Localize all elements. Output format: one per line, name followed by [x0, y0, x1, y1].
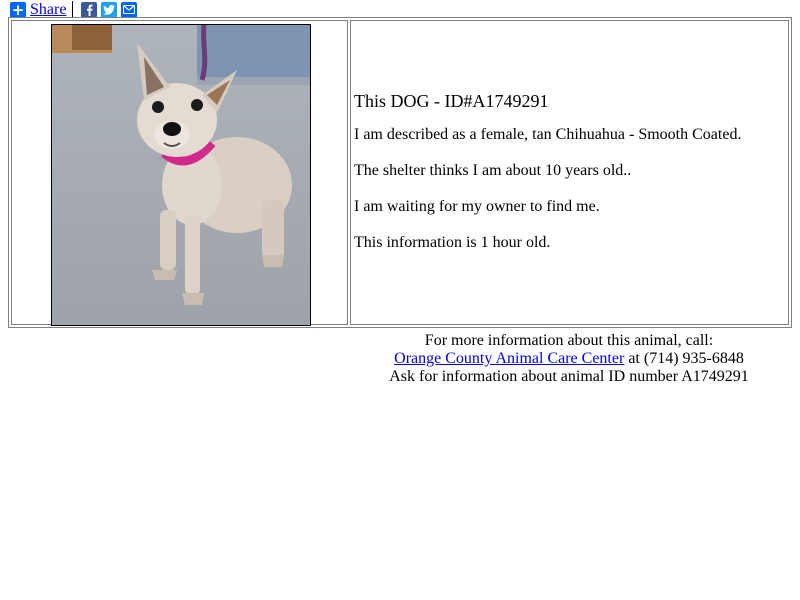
animal-status: I am waiting for my owner to find me.	[354, 198, 600, 215]
contact-id-line: Ask for information about animal ID numb…	[389, 368, 749, 385]
twitter-icon[interactable]	[101, 1, 118, 18]
share-toolbar: + Share	[10, 1, 141, 18]
share-divider	[72, 1, 74, 18]
share-link[interactable]: Share	[30, 1, 66, 19]
photo-cell	[11, 20, 348, 326]
animal-table: This DOG - ID#A1749291 I am described as…	[8, 17, 792, 328]
contact-info: For more information about this animal, …	[360, 332, 778, 386]
contact-intro: For more information about this animal, …	[424, 332, 714, 349]
shelter-phone: at (714) 935-6848	[624, 350, 744, 367]
email-icon[interactable]	[121, 1, 138, 18]
info-freshness: This information is 1 hour old.	[354, 234, 551, 251]
facebook-icon[interactable]	[81, 1, 98, 18]
info-cell: This DOG - ID#A1749291 I am described as…	[350, 20, 789, 325]
animal-description: I am described as a female, tan Chihuahu…	[354, 126, 742, 143]
animal-age: The shelter thinks I am about 10 years o…	[354, 162, 632, 179]
contact-shelter-line: Orange County Animal Care Center at (714…	[360, 350, 778, 368]
shelter-link[interactable]: Orange County Animal Care Center	[394, 350, 624, 367]
dog-photo	[51, 24, 311, 326]
animal-info: This DOG - ID#A1749291 I am described as…	[354, 91, 741, 270]
share-plus-icon[interactable]: +	[10, 1, 26, 18]
animal-heading: This DOG - ID#A1749291	[354, 91, 549, 111]
